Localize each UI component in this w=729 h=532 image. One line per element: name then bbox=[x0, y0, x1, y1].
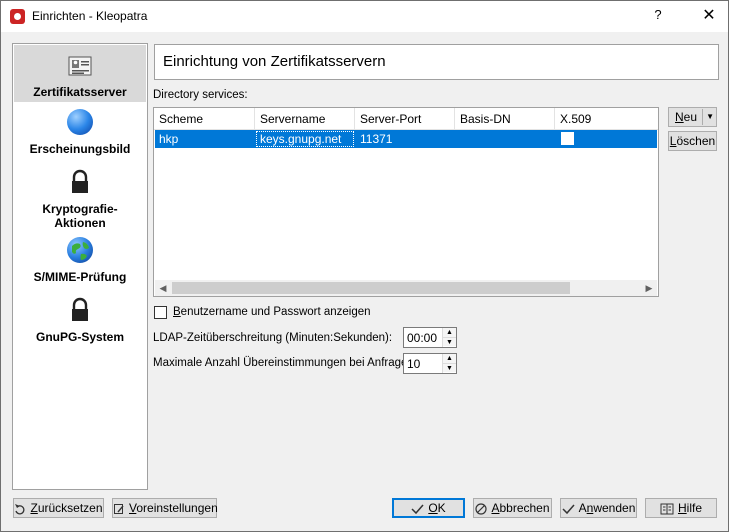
help-button[interactable]: Hilfe bbox=[645, 498, 717, 518]
cell-x509-checkbox[interactable] bbox=[561, 132, 574, 145]
show-credentials-checkbox[interactable] bbox=[154, 306, 167, 319]
undo-icon bbox=[15, 503, 25, 515]
cancel-label: Abbrechen bbox=[491, 501, 550, 515]
ldap-timeout-spinbox[interactable]: 00:00 ▲ ▼ bbox=[403, 327, 457, 348]
sidebar-item-label: Zertifikatsserver bbox=[33, 85, 127, 99]
delete-button-label: Löschen bbox=[669, 134, 716, 148]
window-title: Einrichten - Kleopatra bbox=[32, 9, 148, 23]
ldap-timeout-value[interactable]: 00:00 bbox=[407, 331, 437, 345]
column-header-x509[interactable]: X.509 bbox=[555, 108, 658, 130]
max-matches-label: Maximale Anzahl Übereinstimmungen bei An… bbox=[153, 357, 418, 369]
sidebar-item-label-line1: Kryptografie- bbox=[42, 202, 118, 216]
sidebar-item-kryptografie-aktionen[interactable]: Kryptografie- Aktionen bbox=[14, 166, 146, 230]
cell-servername[interactable]: keys.gnupg.net bbox=[255, 130, 355, 148]
certificate-server-icon bbox=[68, 56, 92, 76]
checkmark-icon bbox=[562, 504, 575, 514]
scrollbar-thumb[interactable] bbox=[172, 282, 570, 294]
column-header-basis-dn[interactable]: Basis-DN bbox=[455, 108, 555, 130]
settings-window: Einrichten - Kleopatra ? ✕ Zertifikatsse… bbox=[0, 0, 729, 532]
scroll-right-arrow-icon[interactable]: ▶ bbox=[641, 280, 657, 296]
new-server-button[interactable]: Neu ▼ bbox=[668, 107, 717, 127]
column-header-server-port[interactable]: Server-Port bbox=[355, 108, 455, 130]
sidebar-item-zertifikatsserver[interactable]: Zertifikatsserver bbox=[14, 45, 146, 102]
cell-server-port[interactable]: 11371 bbox=[355, 130, 455, 148]
defaults-label: Voreinstellungen bbox=[129, 501, 218, 515]
new-button-label: Neu bbox=[675, 110, 698, 124]
settings-sidebar: Zertifikatsserver Erscheinungsbild Krypt… bbox=[12, 43, 148, 490]
apply-label: Anwenden bbox=[578, 501, 636, 515]
defaults-button[interactable]: Voreinstellungen bbox=[112, 498, 218, 518]
reset-button[interactable]: Zurücksetzen bbox=[13, 498, 104, 518]
reset-label: Zurücksetzen bbox=[30, 501, 103, 515]
sidebar-item-label: S/MIME-Prüfung bbox=[33, 270, 127, 284]
directory-services-table[interactable]: Scheme Servername Server-Port Basis-DN X… bbox=[153, 107, 659, 297]
spin-up-icon[interactable]: ▲ bbox=[443, 354, 456, 363]
help-title-button[interactable]: ? bbox=[651, 7, 665, 22]
column-header-servername[interactable]: Servername bbox=[255, 108, 355, 130]
ok-button[interactable]: OK bbox=[392, 498, 465, 518]
sidebar-item-label-line2: Aktionen bbox=[54, 216, 106, 230]
sidebar-item-smime-pruefung[interactable]: S/MIME-Prüfung bbox=[14, 234, 146, 286]
apply-button[interactable]: Anwenden bbox=[560, 498, 637, 518]
spin-down-icon[interactable]: ▼ bbox=[443, 337, 456, 346]
scroll-left-arrow-icon[interactable]: ◀ bbox=[155, 280, 171, 296]
sidebar-item-gnupg-system[interactable]: GnuPG-System bbox=[14, 294, 146, 346]
cell-scheme[interactable]: hkp bbox=[154, 130, 255, 148]
cell-basis-dn[interactable] bbox=[455, 130, 555, 148]
max-matches-value[interactable]: 10 bbox=[407, 357, 420, 371]
checkmark-icon bbox=[411, 504, 424, 514]
close-window-button[interactable]: ✕ bbox=[701, 5, 717, 25]
horizontal-scrollbar[interactable]: ◀ ▶ bbox=[155, 280, 657, 296]
globe-earth-icon bbox=[67, 237, 93, 263]
kleopatra-app-icon bbox=[10, 9, 25, 24]
ok-label: OK bbox=[428, 501, 446, 515]
sidebar-item-label: GnuPG-System bbox=[35, 330, 125, 344]
page-title: Einrichtung von Zertifikatsservern bbox=[163, 53, 386, 70]
show-credentials-label: Benutzername und Passwort anzeigen bbox=[173, 306, 371, 318]
sidebar-item-erscheinungsbild[interactable]: Erscheinungsbild bbox=[14, 106, 146, 158]
spin-down-icon[interactable]: ▼ bbox=[443, 363, 456, 372]
lock-icon bbox=[72, 297, 88, 321]
globe-blue-icon bbox=[67, 109, 93, 135]
spin-up-icon[interactable]: ▲ bbox=[443, 328, 456, 337]
delete-server-button[interactable]: Löschen bbox=[668, 131, 717, 151]
page-title-box: Einrichtung von Zertifikatsservern bbox=[154, 44, 719, 80]
title-bar: Einrichten - Kleopatra ? ✕ bbox=[1, 1, 728, 32]
directory-services-label: Directory services: bbox=[153, 89, 248, 101]
help-book-icon bbox=[660, 503, 674, 515]
max-matches-spinbox[interactable]: 10 ▲ ▼ bbox=[403, 353, 457, 374]
document-edit-icon bbox=[114, 503, 124, 514]
cancel-button[interactable]: Abbrechen bbox=[473, 498, 552, 518]
column-header-scheme[interactable]: Scheme bbox=[154, 108, 255, 130]
dropdown-arrow-icon[interactable]: ▼ bbox=[706, 108, 714, 126]
cancel-icon bbox=[475, 503, 488, 515]
sidebar-item-label: Erscheinungsbild bbox=[29, 142, 131, 156]
ldap-timeout-label: LDAP-Zeitüberschreitung (Minuten:Sekunde… bbox=[153, 332, 393, 344]
lock-icon bbox=[72, 169, 88, 193]
help-label: Hilfe bbox=[677, 501, 702, 515]
